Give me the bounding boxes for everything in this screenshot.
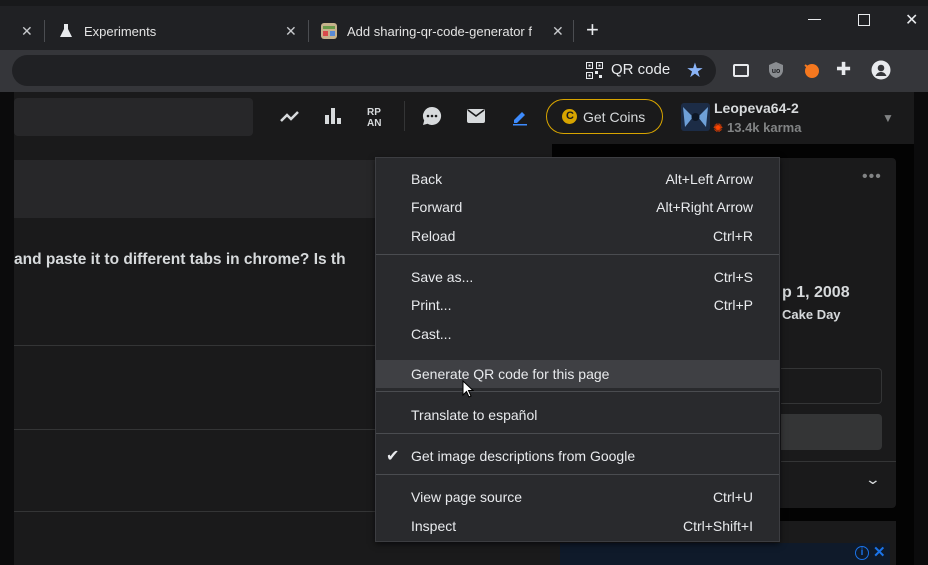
flask-icon — [58, 23, 74, 39]
menu-item-shortcut: Ctrl+P — [713, 297, 753, 313]
minimize-icon[interactable] — [808, 19, 821, 20]
menu-item-reload[interactable]: Reload Ctrl+R — [376, 222, 779, 250]
tab-separator — [573, 20, 574, 42]
menu-item-label: Forward — [411, 199, 463, 215]
menu-item-inspect[interactable]: Inspect Ctrl+Shift+I — [376, 512, 779, 540]
create-post-pencil-icon[interactable] — [511, 108, 529, 126]
menu-item-label: Print... — [411, 297, 452, 313]
menu-item-label: Inspect — [411, 518, 457, 534]
tab-separator — [44, 20, 45, 42]
menu-separator — [376, 474, 779, 475]
menu-item-label: Reload — [411, 228, 456, 244]
menu-item-label: Get image descriptions from Google — [411, 448, 636, 464]
menu-item-label: View page source — [411, 489, 523, 505]
menu-item-label: Cast... — [411, 326, 452, 342]
mail-icon[interactable] — [467, 109, 485, 123]
menu-item-generate-qr-code[interactable]: Generate QR code for this page — [376, 360, 779, 388]
trending-icon[interactable] — [279, 107, 301, 125]
menu-separator — [376, 254, 779, 255]
ad-banner[interactable] — [560, 543, 890, 565]
menu-item-save-as[interactable]: Save as... Ctrl+S — [376, 263, 779, 291]
ad-info-icon[interactable]: i — [855, 546, 869, 560]
sidebar-input-box[interactable] — [781, 368, 882, 404]
menu-item-label: Generate QR code for this page — [411, 366, 610, 382]
site-search-input[interactable] — [14, 98, 253, 136]
reddit-enhancement-icon[interactable] — [802, 61, 820, 79]
tab-qr-generator-label[interactable]: Add sharing-qr-code-generator f — [347, 24, 540, 39]
profile-avatar-icon[interactable] — [871, 60, 891, 80]
username[interactable]: Leopeva64-2 — [714, 100, 799, 116]
tab-experiments-label[interactable]: Experiments — [84, 24, 264, 39]
svg-text:RP: RP — [367, 107, 381, 118]
cake-day-date: p 1, 2008 — [782, 284, 850, 301]
expand-chevron-icon[interactable]: ⌄ — [865, 471, 881, 488]
menu-item-label: Translate to español — [411, 407, 538, 423]
menu-item-cast[interactable]: Cast... — [376, 320, 779, 348]
row-divider — [14, 511, 376, 512]
menu-item-label: Save as... — [411, 269, 474, 285]
more-options-icon[interactable]: ••• — [862, 168, 882, 186]
chat-icon[interactable] — [422, 106, 442, 126]
header-divider — [404, 101, 405, 131]
sidebar-action-button[interactable] — [781, 414, 882, 450]
new-tab-icon[interactable]: + — [586, 17, 599, 43]
menu-item-shortcut: Ctrl+S — [713, 269, 753, 285]
karma-count: 13.4k karma — [727, 120, 802, 135]
menu-item-shortcut: Ctrl+U — [712, 489, 753, 505]
menu-item-view-source[interactable]: View page source Ctrl+U — [376, 483, 779, 511]
menu-separator — [376, 391, 779, 392]
menu-separator — [376, 433, 779, 434]
menu-item-back[interactable]: Back Alt+Left Arrow — [376, 165, 779, 193]
svg-text:uo: uo — [772, 68, 781, 75]
bookmark-star-icon[interactable]: ★ — [686, 58, 704, 83]
karma-icon: ✺ — [713, 121, 724, 135]
get-coins-label[interactable]: Get Coins — [583, 109, 645, 125]
menu-item-forward[interactable]: Forward Alt+Right Arrow — [376, 193, 779, 221]
tab-close-icon[interactable]: ✕ — [552, 23, 564, 40]
tab-close-icon[interactable]: ✕ — [21, 23, 33, 40]
qr-code-chip-label[interactable]: QR code — [611, 61, 670, 78]
github-favicon-icon — [320, 22, 338, 40]
row-divider — [781, 461, 896, 462]
ublock-shield-icon[interactable]: uo — [767, 61, 785, 79]
svg-text:AN: AN — [367, 118, 381, 127]
checkmark-icon: ✔ — [386, 448, 400, 465]
extensions-puzzle-icon[interactable]: ✚ — [836, 59, 851, 80]
post-header-bar — [14, 160, 376, 218]
user-avatar[interactable] — [681, 103, 710, 131]
close-window-icon[interactable]: ✕ — [905, 10, 918, 30]
maximize-icon[interactable] — [858, 14, 870, 26]
menu-item-print[interactable]: Print... Ctrl+P — [376, 291, 779, 319]
post-title[interactable]: and paste it to different tabs in chrome… — [14, 251, 346, 269]
picture-in-picture-icon[interactable] — [733, 64, 749, 77]
rpan-icon[interactable]: RP AN — [367, 105, 387, 127]
menu-item-shortcut: Ctrl+R — [712, 228, 753, 244]
tab-close-icon[interactable]: ✕ — [285, 23, 297, 40]
cake-day-label: Cake Day — [782, 307, 841, 322]
qr-code-icon[interactable] — [586, 62, 603, 79]
row-divider — [14, 345, 376, 346]
coin-icon: C — [562, 109, 577, 124]
menu-item-shortcut: Alt+Left Arrow — [665, 171, 753, 187]
menu-item-shortcut: Alt+Right Arrow — [656, 199, 753, 215]
menu-item-shortcut: Ctrl+Shift+I — [682, 518, 753, 534]
leaderboard-icon[interactable] — [324, 106, 342, 126]
menu-item-label: Back — [411, 171, 443, 187]
menu-item-image-descriptions[interactable]: ✔ Get image descriptions from Google — [376, 442, 779, 470]
row-divider — [14, 429, 376, 430]
tab-separator — [308, 20, 309, 42]
user-menu-chevron-icon[interactable]: ▼ — [882, 111, 894, 125]
context-menu: Back Alt+Left Arrow Forward Alt+Right Ar… — [375, 157, 780, 542]
window-top-edge — [0, 0, 928, 6]
menu-item-translate[interactable]: Translate to español — [376, 401, 779, 429]
mouse-cursor-icon — [462, 380, 474, 398]
ad-close-icon[interactable]: ✕ — [873, 543, 886, 561]
